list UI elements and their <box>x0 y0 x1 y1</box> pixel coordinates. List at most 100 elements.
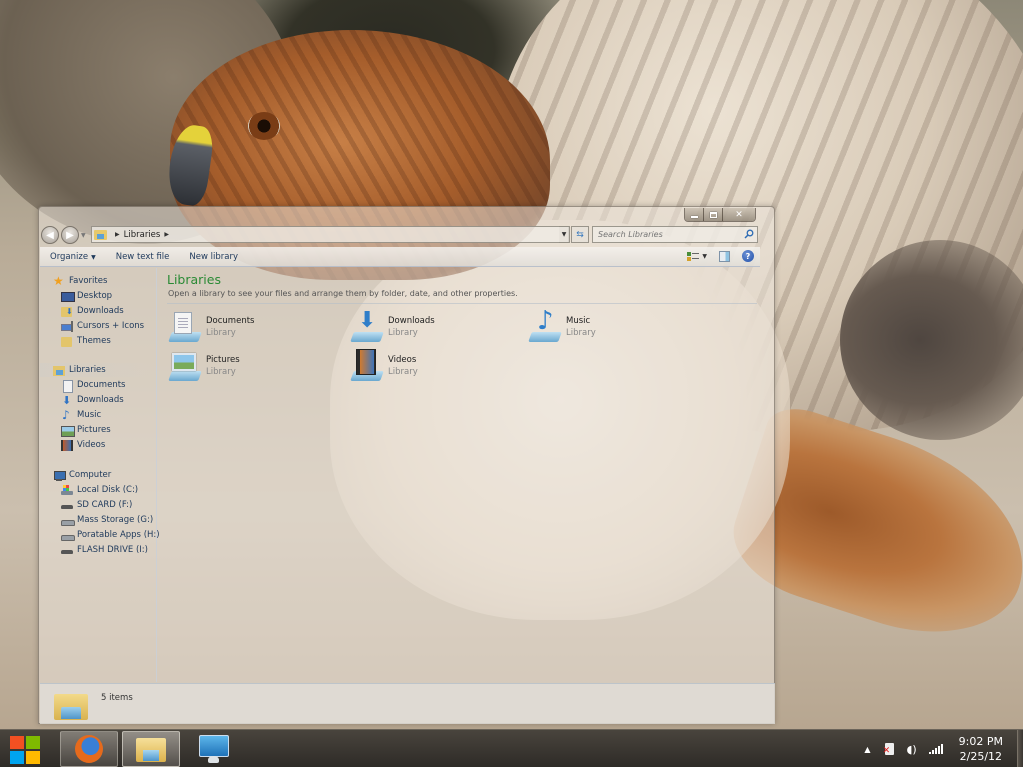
drive-icon <box>61 515 75 526</box>
close-button[interactable]: ✕ <box>723 208 755 221</box>
documents-library-icon <box>168 312 202 344</box>
explorer-window: ✕ ◀ ▶ ▼ ▶ Libraries ▶ ▼ ⇆ Organize▼ New … <box>38 206 775 724</box>
nav-label: Downloads <box>77 395 124 405</box>
refresh-icon: ⇆ <box>576 229 584 240</box>
breadcrumb-libraries[interactable]: Libraries <box>124 230 161 240</box>
notification-area: ▲ ◖) 9:02 PM 2/25/12 <box>864 730 1015 767</box>
search-icon[interactable] <box>744 229 754 239</box>
library-item-music[interactable]: ♪ Music Library <box>528 306 698 346</box>
drive-icon <box>61 545 73 556</box>
recent-pages-chevron-icon[interactable]: ▼ <box>81 232 86 239</box>
restore-button[interactable] <box>704 208 723 221</box>
item-count: 5 items <box>101 693 133 703</box>
drive-icon <box>61 530 75 541</box>
nav-libraries[interactable]: Libraries <box>53 363 106 377</box>
nav-label: Themes <box>77 336 111 346</box>
caption-buttons: ✕ <box>684 208 756 222</box>
refresh-button[interactable]: ⇆ <box>571 226 589 243</box>
power-icon[interactable] <box>883 742 895 756</box>
view-options-chevron-icon[interactable]: ▼ <box>702 253 707 260</box>
search-input[interactable] <box>598 230 738 239</box>
start-button[interactable] <box>10 736 42 764</box>
libraries-icon <box>94 229 107 240</box>
library-name: Music <box>566 316 591 326</box>
nav-item-cursors-icons[interactable]: Cursors + Icons <box>61 319 144 333</box>
drive-icon <box>61 500 73 511</box>
nav-label: Videos <box>77 440 106 450</box>
library-item-downloads[interactable]: ⬇ Downloads Library <box>350 308 520 346</box>
nav-label: Computer <box>69 470 112 480</box>
windows-explorer-icon <box>136 736 166 762</box>
taskbar-firefox[interactable] <box>60 731 118 767</box>
downloads-icon <box>61 394 73 407</box>
library-item-documents[interactable]: Documents Library <box>168 310 338 346</box>
firefox-icon <box>75 735 103 763</box>
show-hidden-icons-button[interactable]: ▲ <box>864 745 870 754</box>
clock-date: 2/25/12 <box>959 750 1003 763</box>
address-history-dropdown[interactable]: ▼ <box>559 226 570 243</box>
nav-item-pictures[interactable]: Pictures <box>61 423 111 437</box>
nav-item-lib-downloads[interactable]: Downloads <box>61 393 124 407</box>
minimize-button[interactable] <box>685 208 704 221</box>
divider <box>167 303 757 304</box>
windows-logo-tile <box>26 736 40 749</box>
nav-label: Documents <box>77 380 126 390</box>
breadcrumb-chevron-icon[interactable]: ▶ <box>164 231 169 238</box>
show-desktop-button[interactable] <box>1017 730 1023 767</box>
back-arrow-icon: ◀ <box>46 229 54 241</box>
nav-item-mass-storage-g[interactable]: Mass Storage (G:) <box>61 513 153 527</box>
nav-item-videos[interactable]: Videos <box>61 438 105 452</box>
preview-pane-icon[interactable] <box>719 250 730 262</box>
address-bar[interactable]: ▶ Libraries ▶ <box>91 226 569 243</box>
new-text-file-button[interactable]: New text file <box>106 252 180 262</box>
downloads-library-icon: ⬇ <box>350 308 384 344</box>
network-signal-icon[interactable] <box>928 744 943 754</box>
nav-item-desktop[interactable]: Desktop <box>61 289 112 303</box>
nav-label: Desktop <box>77 291 113 301</box>
view-controls: ▼ ? <box>687 250 754 262</box>
cursor-icon <box>61 320 73 332</box>
nav-item-sd-card-f[interactable]: SD CARD (F:) <box>61 498 132 512</box>
nav-item-documents[interactable]: Documents <box>61 378 126 393</box>
chevron-down-icon: ▼ <box>561 231 567 238</box>
nav-item-local-disk-c[interactable]: Local Disk (C:) <box>61 483 138 497</box>
nav-item-music[interactable]: Music <box>61 408 101 422</box>
clock[interactable]: 9:02 PM 2/25/12 <box>959 734 1003 764</box>
nav-label: Cursors + Icons <box>77 321 145 331</box>
taskbar-windows-explorer[interactable] <box>122 731 180 767</box>
library-item-pictures[interactable]: Pictures Library <box>168 349 338 385</box>
nav-item-downloads[interactable]: Downloads <box>61 304 124 318</box>
computer-icon <box>53 470 66 481</box>
folder-icon <box>61 336 73 347</box>
page-title: Libraries <box>167 272 221 287</box>
search-box[interactable] <box>592 226 758 243</box>
breadcrumb-chevron-icon[interactable]: ▶ <box>115 231 120 238</box>
downloads-folder-icon <box>61 306 73 317</box>
windows-logo-tile <box>10 751 24 764</box>
libraries-icon <box>53 365 65 376</box>
change-view-icon[interactable] <box>687 251 700 262</box>
nav-item-portable-apps-h[interactable]: Poratable Apps (H:) <box>61 528 160 542</box>
organize-label: Organize <box>50 251 89 262</box>
library-name: Pictures <box>206 355 240 365</box>
nav-item-flash-drive-i[interactable]: FLASH DRIVE (I:) <box>61 543 148 557</box>
organize-button[interactable]: Organize ▼ <box>40 252 106 262</box>
new-library-button[interactable]: New library <box>179 252 248 262</box>
back-button[interactable]: ◀ <box>41 226 59 244</box>
volume-icon[interactable]: ◖) <box>907 743 917 756</box>
help-icon[interactable]: ? <box>742 250 754 262</box>
nav-favorites[interactable]: ★ Favorites <box>53 274 107 288</box>
library-item-videos[interactable]: Videos Library <box>350 349 520 385</box>
documents-icon <box>61 379 73 393</box>
forward-button[interactable]: ▶ <box>61 226 79 244</box>
nav-label: Libraries <box>69 365 106 375</box>
nav-label: Music <box>77 410 102 420</box>
chevron-down-icon: ▼ <box>91 253 96 261</box>
navigation-bar: ◀ ▶ ▼ ▶ Libraries ▶ ▼ ⇆ <box>39 224 774 246</box>
library-name: Documents <box>206 316 255 326</box>
taskbar-control-panel[interactable] <box>184 731 242 767</box>
nav-item-themes[interactable]: Themes <box>61 334 111 348</box>
nav-computer[interactable]: Computer <box>53 468 111 482</box>
desktop-icon <box>61 291 75 302</box>
content-pane: Libraries Open a library to see your fil… <box>158 268 761 682</box>
